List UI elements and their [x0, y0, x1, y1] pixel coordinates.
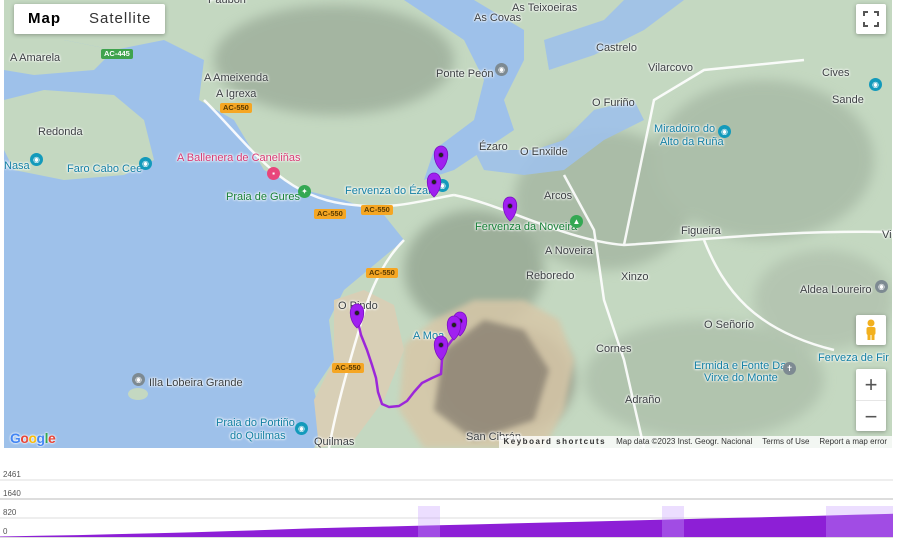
map-data-attribution: Map data ©2023 Inst. Geogr. Nacional [611, 436, 758, 448]
marker-pin-icon[interactable] [446, 315, 462, 341]
elevation-chart [0, 479, 893, 538]
map-type-control: Map Satellite [14, 4, 166, 34]
terms-link[interactable]: Terms of Use [757, 436, 815, 448]
elevation-tick: 0 [3, 527, 8, 536]
satellite-view-button[interactable]: Satellite [75, 4, 165, 34]
keyboard-shortcuts-link[interactable]: Keyboard shortcuts [498, 436, 612, 448]
marker-pin-icon[interactable] [502, 196, 518, 222]
marker-pin-icon[interactable] [433, 145, 449, 171]
elevation-tick: 1640 [3, 489, 21, 498]
map-footer: Keyboard shortcuts Map data ©2023 Inst. … [4, 436, 892, 448]
elevation-segment [826, 506, 893, 537]
pegman-icon [866, 319, 876, 340]
marker-pin-icon[interactable] [349, 303, 365, 329]
elevation-area [0, 513, 893, 537]
fullscreen-icon [863, 11, 879, 27]
marker-pin-icon[interactable] [426, 172, 442, 198]
marker-pin-icon[interactable] [433, 335, 449, 361]
zoom-control: + − [856, 369, 886, 431]
elevation-tick: 820 [3, 508, 17, 517]
report-error-link[interactable]: Report a map error [814, 436, 892, 448]
street-view-button[interactable] [856, 315, 886, 345]
elevation-segment [418, 506, 440, 537]
route-markers [349, 145, 518, 361]
elevation-segment [662, 506, 684, 537]
zoom-out-button[interactable]: − [856, 401, 886, 432]
elevation-profile: 2461 1640 820 0 [0, 466, 900, 543]
zoom-in-button[interactable]: + [856, 369, 886, 401]
fullscreen-button[interactable] [856, 4, 886, 34]
map-canvas[interactable]: Paubon As Teixoeiras As Covas Castrelo A Ama… [4, 0, 892, 448]
elevation-tick: 2461 [3, 470, 21, 479]
map-view-button[interactable]: Map [14, 4, 75, 34]
